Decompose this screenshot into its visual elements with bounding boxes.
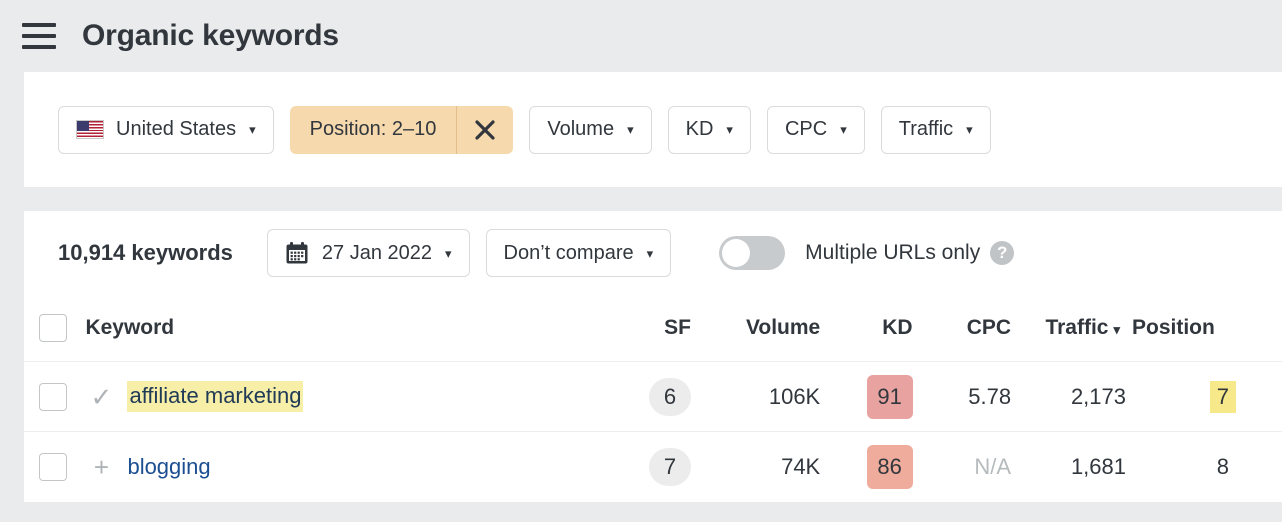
position-cell: 8 bbox=[1126, 432, 1282, 502]
chevron-down-icon: ▾ bbox=[726, 123, 733, 136]
keyword-cell: + blogging bbox=[81, 432, 600, 502]
calendar-icon bbox=[285, 241, 309, 265]
country-filter-label: United States bbox=[116, 118, 236, 141]
sf-cell: 6 bbox=[601, 362, 691, 432]
date-picker-button[interactable]: 27 Jan 2022 ▾ bbox=[267, 229, 470, 277]
select-all-cell bbox=[24, 295, 81, 362]
column-header-traffic[interactable]: Traffic▾ bbox=[1011, 295, 1126, 362]
cpc-cell: 5.78 bbox=[913, 362, 1012, 432]
kd-badge: 86 bbox=[867, 445, 913, 489]
compare-dropdown[interactable]: Don’t compare ▾ bbox=[486, 229, 672, 277]
hamburger-line bbox=[22, 23, 56, 27]
multiple-urls-label: Multiple URLs only bbox=[805, 241, 980, 265]
keyword-count: 10,914 keywords bbox=[58, 240, 233, 266]
check-icon[interactable]: ✓ bbox=[81, 384, 121, 410]
position-filter-chip[interactable]: Position: 2–10 bbox=[290, 106, 514, 154]
chevron-down-icon: ▾ bbox=[627, 123, 634, 136]
volume-filter-label: Volume bbox=[547, 118, 614, 141]
keyword-link[interactable]: affiliate marketing bbox=[127, 381, 303, 412]
chevron-down-icon: ▾ bbox=[445, 247, 452, 260]
cpc-filter-label: CPC bbox=[785, 118, 827, 141]
compare-dropdown-label: Don’t compare bbox=[504, 242, 634, 265]
row-select-cell bbox=[24, 362, 81, 432]
traffic-cell: 2,173 bbox=[1011, 362, 1126, 432]
chevron-down-icon: ▾ bbox=[249, 123, 256, 136]
table-header: Keyword SF Volume KD CPC Traffic▾ Positi… bbox=[24, 295, 1282, 362]
kd-cell: 91 bbox=[820, 362, 912, 432]
us-flag-icon bbox=[76, 120, 104, 139]
sf-badge: 6 bbox=[649, 378, 691, 416]
card-separator bbox=[0, 187, 1282, 211]
traffic-filter-label: Traffic bbox=[899, 118, 953, 141]
toggle-knob bbox=[722, 239, 750, 267]
top-bar: Organic keywords bbox=[0, 0, 1282, 72]
cpc-filter-button[interactable]: CPC ▾ bbox=[767, 106, 865, 154]
keywords-table: Keyword SF Volume KD CPC Traffic▾ Positi… bbox=[24, 295, 1282, 502]
volume-cell: 74K bbox=[691, 432, 820, 502]
filters-bar: United States ▾ Position: 2–10 Volume ▾ … bbox=[24, 72, 1282, 187]
column-header-sf[interactable]: SF bbox=[601, 295, 691, 362]
column-header-keyword[interactable]: Keyword bbox=[81, 295, 600, 362]
chevron-down-icon: ▾ bbox=[966, 123, 973, 136]
sf-cell: 7 bbox=[601, 432, 691, 502]
multiple-urls-toggle[interactable] bbox=[719, 236, 785, 270]
hamburger-line bbox=[22, 34, 56, 38]
table-row[interactable]: + blogging 7 74K 86 N/A 1,681 8 bbox=[24, 432, 1282, 502]
column-header-position[interactable]: Position bbox=[1126, 295, 1282, 362]
select-all-checkbox[interactable] bbox=[39, 314, 67, 342]
keyword-link[interactable]: blogging bbox=[127, 454, 210, 480]
page-title: Organic keywords bbox=[82, 19, 339, 53]
sort-descending-icon[interactable]: ▾ bbox=[1113, 322, 1120, 338]
row-checkbox[interactable] bbox=[39, 453, 67, 481]
chevron-down-icon: ▾ bbox=[840, 123, 847, 136]
position-value: 7 bbox=[1210, 381, 1236, 413]
row-checkbox[interactable] bbox=[39, 383, 67, 411]
plus-icon[interactable]: + bbox=[81, 454, 121, 480]
position-cell: 7 bbox=[1126, 362, 1282, 432]
close-icon[interactable] bbox=[457, 106, 513, 154]
table-row[interactable]: ✓ affiliate marketing 6 106K 91 5.78 2,1… bbox=[24, 362, 1282, 432]
results-panel: 10,914 keywords bbox=[24, 211, 1282, 502]
cpc-cell: N/A bbox=[913, 432, 1012, 502]
chevron-down-icon: ▾ bbox=[647, 247, 654, 260]
hamburger-icon[interactable] bbox=[22, 23, 56, 49]
traffic-cell: 1,681 bbox=[1011, 432, 1126, 502]
country-filter-button[interactable]: United States ▾ bbox=[58, 106, 274, 154]
column-header-volume[interactable]: Volume bbox=[691, 295, 820, 362]
position-filter-label[interactable]: Position: 2–10 bbox=[290, 106, 457, 154]
help-icon[interactable]: ? bbox=[990, 241, 1014, 265]
table-body: ✓ affiliate marketing 6 106K 91 5.78 2,1… bbox=[24, 362, 1282, 502]
kd-cell: 86 bbox=[820, 432, 912, 502]
date-picker-label: 27 Jan 2022 bbox=[322, 242, 432, 265]
row-select-cell bbox=[24, 432, 81, 502]
keyword-cell: ✓ affiliate marketing bbox=[81, 362, 600, 432]
hamburger-line bbox=[22, 45, 56, 49]
sf-badge: 7 bbox=[649, 448, 691, 486]
volume-cell: 106K bbox=[691, 362, 820, 432]
traffic-filter-button[interactable]: Traffic ▾ bbox=[881, 106, 991, 154]
column-header-kd[interactable]: KD bbox=[820, 295, 912, 362]
volume-filter-button[interactable]: Volume ▾ bbox=[529, 106, 651, 154]
column-header-cpc[interactable]: CPC bbox=[913, 295, 1012, 362]
results-toolbar: 10,914 keywords bbox=[24, 211, 1282, 295]
kd-badge: 91 bbox=[867, 375, 913, 419]
kd-filter-button[interactable]: KD ▾ bbox=[668, 106, 751, 154]
table-header-row: Keyword SF Volume KD CPC Traffic▾ Positi… bbox=[24, 295, 1282, 362]
kd-filter-label: KD bbox=[686, 118, 714, 141]
